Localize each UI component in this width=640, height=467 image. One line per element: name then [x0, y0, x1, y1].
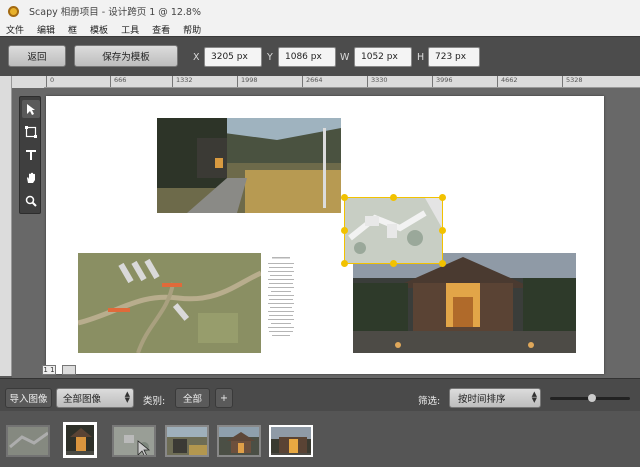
frame-tool[interactable] [22, 123, 40, 141]
ruler-tick [432, 76, 433, 87]
w-field[interactable]: 1052 px [354, 47, 412, 67]
ruler-tick [110, 76, 111, 87]
resize-handle-top-right[interactable] [439, 194, 446, 201]
resize-handle-bottom-right[interactable] [439, 260, 446, 267]
add-page-indicator[interactable] [62, 365, 76, 375]
app-logo-icon [8, 5, 19, 17]
sort-select[interactable]: 按时间排序 ▲ ▼ [449, 388, 541, 408]
ruler-tick [367, 76, 368, 87]
y-label: Y [267, 52, 273, 63]
category-button[interactable]: 全部 [175, 388, 210, 408]
text-tool[interactable] [22, 146, 40, 164]
ruler-tick [46, 76, 47, 87]
image-filter-value: 全部图像 [63, 394, 102, 405]
photo-frame-house-landscape[interactable] [157, 118, 341, 213]
title-bar: Scapy 相册项目 - 设计跨页 1 @ 12.8% [0, 0, 640, 22]
photo-frame-house-night[interactable] [353, 253, 576, 353]
thumbnail-entrance-night[interactable] [63, 422, 97, 458]
resize-handle-left[interactable] [341, 227, 348, 234]
menu-bar: 文件 编辑 框 模板 工具 查看 帮助 [0, 22, 640, 36]
thumbnail-selected-plan[interactable] [112, 425, 156, 457]
menu-tools[interactable]: 工具 [121, 23, 139, 36]
menu-help[interactable]: 帮助 [183, 23, 201, 36]
photo-frame-aerial-site[interactable] [78, 253, 261, 353]
ruler-tick-label: 1332 [176, 76, 193, 84]
zoom-icon [25, 195, 37, 207]
hand-tool[interactable] [22, 169, 40, 187]
hand-icon [27, 172, 35, 183]
menu-file[interactable]: 文件 [6, 23, 24, 36]
thumbnail-garden-terrace[interactable] [165, 425, 209, 457]
menu-view[interactable]: 查看 [152, 23, 170, 36]
ruler-tick-label: 3330 [371, 76, 388, 84]
save-template-button[interactable]: 保存为模板 [74, 45, 178, 67]
select-arrows-icon: ▲ ▼ [124, 390, 130, 404]
ruler-tick-label: 3996 [436, 76, 453, 84]
pointer-icon [27, 104, 35, 115]
ruler-tick-label: 2664 [306, 76, 323, 84]
select-arrows-icon: ▲ ▼ [531, 390, 537, 404]
house-lit-night-thumbnail [271, 427, 311, 455]
ruler-tick [302, 76, 303, 87]
house-night-image [353, 253, 576, 353]
sort-value: 按时间排序 [458, 394, 506, 405]
resize-handle-bottom-left[interactable] [341, 260, 348, 267]
site-plan-thumbnail [8, 427, 48, 455]
h-field[interactable]: 723 px [428, 47, 480, 67]
ruler-tick-label: 666 [114, 76, 127, 84]
import-images-button[interactable]: 导入图像 [5, 388, 52, 408]
ruler-tick [497, 76, 498, 87]
thumbnail-house-lit-night[interactable] [269, 425, 313, 457]
garden-terrace-thumbnail [167, 427, 207, 455]
thumbnail-site-plan[interactable] [6, 425, 50, 457]
ruler-tick [237, 76, 238, 87]
frame-icon [25, 126, 37, 138]
ruler-tick-label: 0 [50, 76, 55, 84]
thumbnail-house-exterior[interactable] [217, 425, 261, 457]
slider-knob[interactable] [587, 394, 596, 402]
ruler-tick [172, 76, 173, 87]
zoom-tool[interactable] [22, 192, 40, 210]
w-label: W [340, 52, 350, 63]
resize-handle-right[interactable] [439, 227, 446, 234]
x-field[interactable]: 3205 px [204, 47, 262, 67]
image-filter-select[interactable]: 全部图像 ▲ ▼ [56, 388, 134, 408]
window-title: Scapy 相册项目 - 设计跨页 1 @ 12.8% [29, 7, 201, 18]
menu-edit[interactable]: 编辑 [37, 23, 55, 36]
text-frame[interactable] [266, 255, 296, 341]
resize-handle-top-left[interactable] [341, 194, 348, 201]
ruler-tick [562, 76, 563, 87]
back-button[interactable]: 返回 [8, 45, 66, 67]
pointer-tool[interactable] [22, 100, 40, 118]
ruler-tick-label: 1998 [241, 76, 258, 84]
add-category-button[interactable]: + [215, 388, 233, 408]
aerial-site-image [78, 253, 261, 353]
plan-thumbnail [114, 427, 154, 455]
menu-frame[interactable]: 框 [68, 23, 77, 36]
horizontal-ruler[interactable]: 0 666 1332 1998 2664 3330 3996 4662 5328 [44, 76, 640, 88]
selection-box[interactable] [344, 197, 443, 264]
vertical-ruler[interactable] [0, 76, 12, 376]
x-label: X [193, 52, 200, 63]
y-field[interactable]: 1086 px [278, 47, 336, 67]
house-landscape-image [157, 118, 341, 213]
house-exterior-thumbnail [219, 427, 259, 455]
h-label: H [417, 52, 425, 63]
sort-label: 筛选: [418, 396, 441, 407]
page-number-indicator[interactable]: 1 1 [42, 365, 56, 375]
resize-handle-top[interactable] [390, 194, 397, 201]
toolbar: 返回 保存为模板 X 3205 px ▲▼ Y 1086 px ▲▼ W 105… [0, 36, 640, 100]
category-label: 类别: [143, 396, 166, 407]
resize-handle-bottom[interactable] [390, 260, 397, 267]
text-icon [26, 150, 36, 160]
body-text-lines [268, 257, 294, 336]
tool-palette [19, 96, 41, 214]
entrance-night-thumbnail [66, 425, 94, 455]
menu-template[interactable]: 模板 [90, 23, 108, 36]
ruler-tick-label: 4662 [501, 76, 518, 84]
ruler-tick-label: 5328 [566, 76, 583, 84]
